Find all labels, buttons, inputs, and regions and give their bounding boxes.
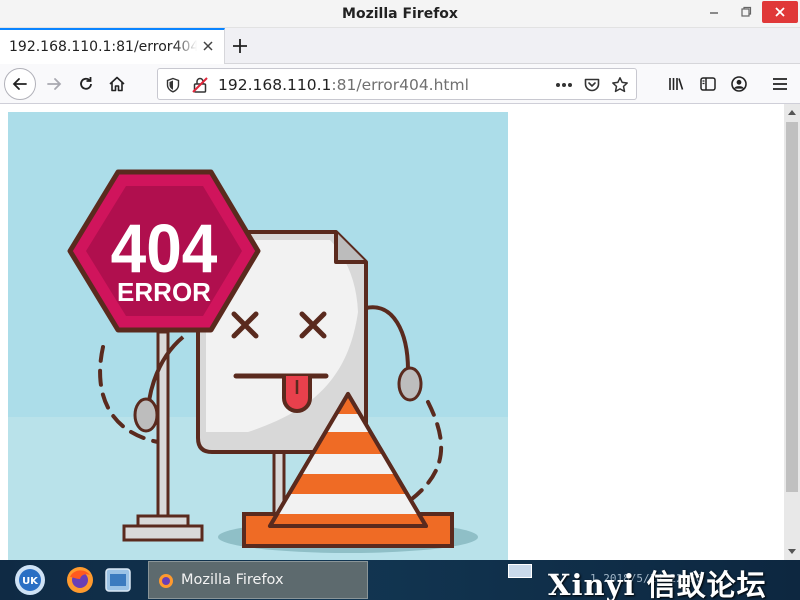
- scroll-up-button[interactable]: [784, 104, 800, 120]
- chevron-up-icon: [788, 110, 796, 115]
- url-bar[interactable]: 192.168.110.1:81/error404.html: [157, 68, 637, 100]
- window-controls: [698, 0, 800, 28]
- sign-base: [122, 524, 204, 542]
- account-icon: [731, 76, 747, 92]
- maximize-button[interactable]: [730, 0, 762, 24]
- bookmark-star-icon[interactable]: [610, 75, 630, 95]
- minimize-icon: [710, 12, 718, 14]
- cone-stripe-3: [278, 494, 418, 514]
- account-button[interactable]: [723, 68, 755, 100]
- insecure-lock-icon[interactable]: [190, 75, 210, 95]
- url-text[interactable]: 192.168.110.1:81/error404.html: [218, 76, 469, 94]
- home-icon: [109, 76, 125, 92]
- sign-404-text: 404: [111, 211, 218, 288]
- library-icon: [669, 78, 684, 90]
- vertical-scrollbar[interactable]: [784, 104, 800, 560]
- sidebar-button[interactable]: [692, 68, 724, 100]
- home-button[interactable]: [101, 68, 133, 100]
- url-host: 192.168.110.1: [218, 76, 332, 94]
- menu-button[interactable]: [764, 68, 796, 100]
- new-tab-button[interactable]: [228, 34, 252, 58]
- file-manager-launcher[interactable]: [102, 564, 134, 596]
- firefox-icon: [159, 574, 173, 588]
- window-titlebar: Mozilla Firefox: [0, 0, 800, 28]
- library-button[interactable]: [660, 68, 692, 100]
- minimize-button[interactable]: [698, 0, 730, 24]
- error-404-illustration: 404 ERROR: [8, 112, 508, 560]
- tab-strip: 192.168.110.1:81/error404.html: [0, 28, 800, 64]
- taskbar-firefox-window[interactable]: Mozilla Firefox: [148, 561, 368, 599]
- svg-text:UK: UK: [22, 576, 39, 587]
- window-title: Mozilla Firefox: [342, 5, 458, 22]
- close-icon: [203, 41, 213, 51]
- taskbar-task-label: Mozilla Firefox: [181, 572, 284, 588]
- tab-close-button[interactable]: [200, 38, 216, 54]
- start-logo-icon: UK: [15, 565, 45, 595]
- plus-icon: [233, 39, 247, 53]
- pocket-icon[interactable]: [582, 75, 602, 95]
- right-hand: [397, 366, 423, 402]
- file-manager-icon: [105, 568, 131, 592]
- navigation-toolbar: 192.168.110.1:81/error404.html: [0, 64, 800, 104]
- forward-button[interactable]: [38, 68, 70, 100]
- start-menu-button[interactable]: UK: [14, 564, 46, 596]
- page-content: 404 ERROR: [0, 104, 784, 560]
- firefox-launcher[interactable]: [64, 564, 96, 596]
- cone-stripe-2: [301, 454, 395, 474]
- shield-icon[interactable]: [163, 75, 183, 95]
- hamburger-menu-icon: [773, 78, 787, 90]
- close-window-button[interactable]: [762, 1, 798, 23]
- sidebar-icon: [700, 77, 716, 91]
- firefox-icon: [67, 567, 93, 593]
- tab-label: 192.168.110.1:81/error404.html: [9, 39, 197, 55]
- watermark: Xinyi 信蚁论坛: [548, 568, 767, 600]
- url-path: :81/error404.html: [331, 76, 469, 94]
- forward-arrow-icon: [47, 78, 62, 90]
- taskbar: UK Mozilla Firefox 1 2018/5/14 22:50 Xin…: [0, 560, 800, 600]
- chevron-down-icon: [788, 549, 796, 554]
- back-arrow-icon: [12, 78, 27, 90]
- tab-error404[interactable]: 192.168.110.1:81/error404.html: [0, 28, 225, 64]
- page-actions-icon[interactable]: [554, 75, 574, 95]
- scroll-down-button[interactable]: [784, 544, 800, 560]
- reload-button[interactable]: [70, 68, 102, 100]
- reload-icon: [80, 77, 92, 90]
- tray-window-icon[interactable]: [508, 564, 532, 578]
- restore-icon: [741, 6, 752, 17]
- back-button[interactable]: [4, 68, 36, 100]
- sign-error-text: ERROR: [117, 277, 211, 307]
- scrollbar-thumb[interactable]: [786, 122, 798, 492]
- left-hand: [133, 397, 159, 433]
- close-icon: [775, 7, 785, 17]
